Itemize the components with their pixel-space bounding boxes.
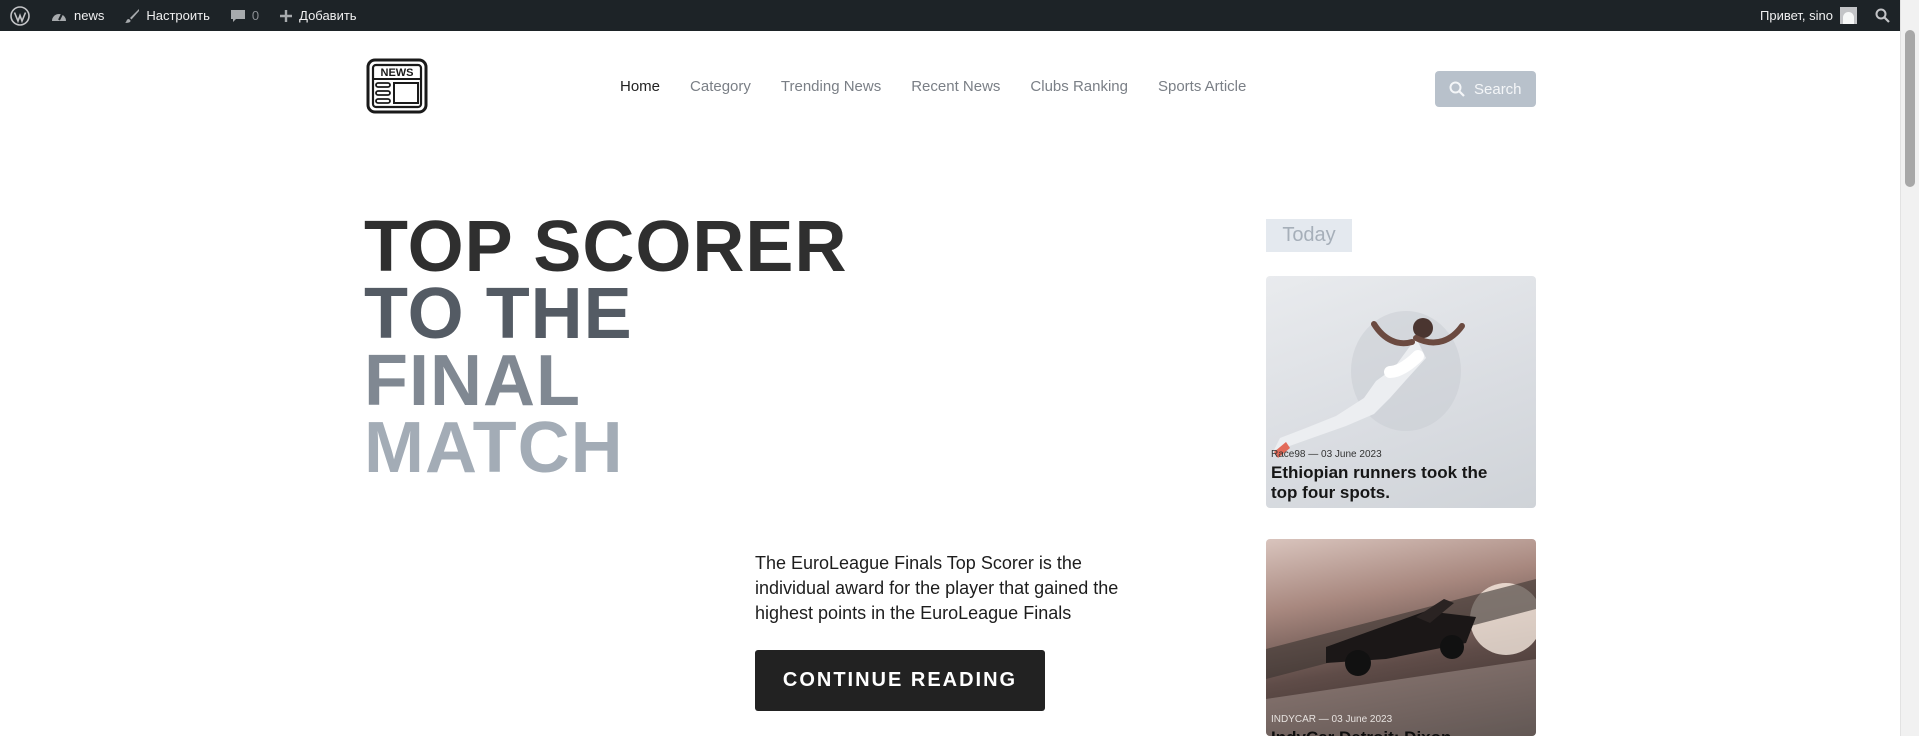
dashboard-icon — [52, 13, 66, 21]
today-label: Today — [1266, 219, 1352, 252]
customize-link[interactable]: Настроить — [114, 0, 220, 31]
search-label: Search — [1474, 80, 1522, 98]
site-logo[interactable]: NEWS — [366, 58, 428, 114]
hero-title-line: TOP SCORER — [364, 207, 848, 287]
nav-category[interactable]: Category — [690, 78, 751, 95]
brush-icon — [125, 8, 140, 23]
admin-search-toggle[interactable] — [1865, 0, 1900, 31]
continue-reading-button[interactable]: CONTINUE READING — [755, 650, 1045, 711]
search-icon — [1449, 81, 1465, 97]
avatar — [1840, 7, 1857, 24]
add-new-link[interactable]: Добавить — [269, 0, 366, 31]
hero-title-line: MATCH — [364, 408, 624, 488]
page-scrollbar[interactable] — [1900, 0, 1919, 736]
add-new-label: Добавить — [299, 8, 357, 23]
card-meta: INDYCAR — 03 June 2023 — [1271, 714, 1393, 725]
hero-title: TOP SCORER TO THE FINAL MATCH — [364, 207, 848, 488]
race-car-photo — [1266, 579, 1536, 736]
plus-icon — [280, 9, 293, 22]
wordpress-menu[interactable] — [0, 0, 40, 31]
comments-link[interactable]: 0 — [220, 0, 269, 31]
wordpress-logo-icon — [10, 5, 30, 26]
nav-recent-news[interactable]: Recent News — [911, 78, 1000, 95]
admin-bar: news Настроить 0 Добавить Привет, sino — [0, 0, 1900, 31]
news-card[interactable]: Race98 — 03 June 2023 Ethiopian runners … — [1266, 276, 1536, 508]
greeting-text: Привет, sino — [1760, 8, 1833, 23]
account-menu[interactable]: Привет, sino — [1750, 0, 1865, 31]
search-button[interactable]: Search — [1435, 71, 1536, 107]
logo-text: NEWS — [381, 67, 414, 79]
search-icon — [1875, 8, 1890, 23]
scrollbar-thumb[interactable] — [1905, 30, 1915, 187]
card-title[interactable]: IndyCar Detroit: Dixon quickest in first… — [1271, 728, 1511, 736]
comments-count: 0 — [251, 8, 260, 23]
hero-excerpt: The EuroLeague Finals Top Scorer is the … — [755, 553, 1119, 623]
hero-title-line: TO THE — [364, 274, 633, 354]
newspaper-logo-icon: NEWS — [366, 58, 428, 114]
comment-icon — [230, 9, 245, 22]
site-name: news — [74, 8, 105, 23]
site-name-link[interactable]: news — [40, 0, 114, 31]
nav-trending-news[interactable]: Trending News — [781, 78, 881, 95]
hero-title-line: FINAL — [364, 341, 581, 421]
nav-clubs-ranking[interactable]: Clubs Ranking — [1030, 78, 1128, 95]
nav-home[interactable]: Home — [620, 78, 660, 95]
card-title[interactable]: Ethiopian runners took the top four spot… — [1271, 463, 1511, 503]
card-meta: Race98 — 03 June 2023 — [1271, 449, 1382, 460]
nav-sports-article[interactable]: Sports Article — [1158, 78, 1246, 95]
main-nav: Home Category Trending News Recent News … — [620, 78, 1276, 95]
news-card[interactable]: INDYCAR — 03 June 2023 IndyCar Detroit: … — [1266, 539, 1536, 736]
customize-label: Настроить — [146, 8, 210, 23]
